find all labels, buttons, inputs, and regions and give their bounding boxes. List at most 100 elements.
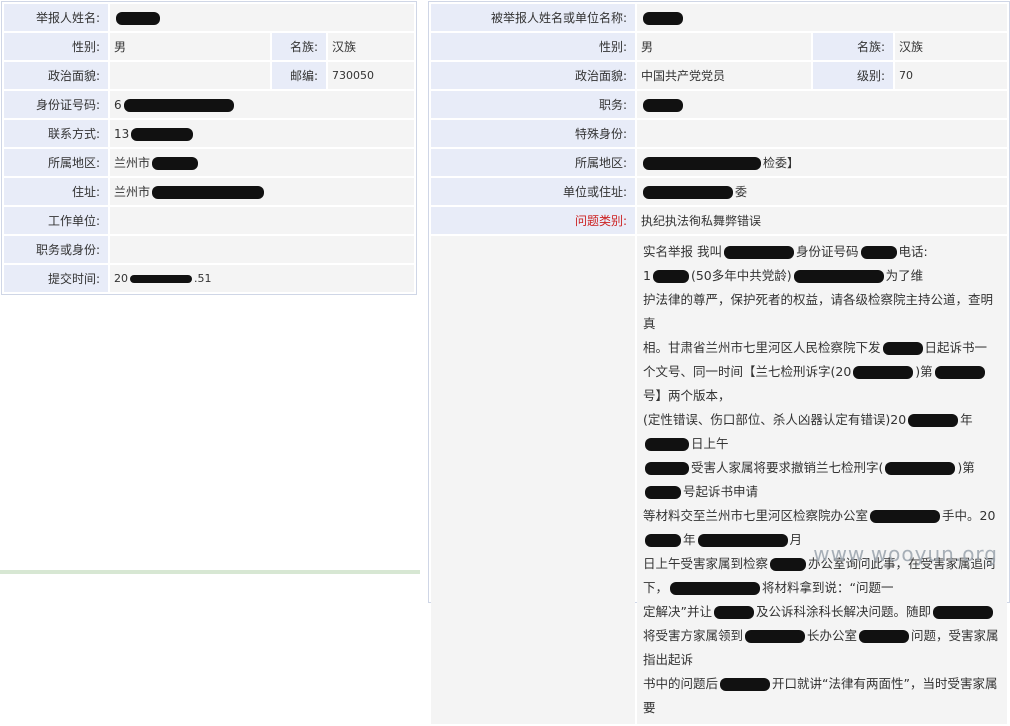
- accused-level-label: 级别:: [813, 62, 893, 89]
- content-text: 日上午受害家属到检察: [643, 556, 769, 571]
- content-text: 号起诉书申请: [683, 484, 759, 499]
- redaction: [859, 630, 910, 643]
- accused-unit-value: 委: [637, 178, 1007, 205]
- content-line: 书中的问题后 开口就讲“法律有两面性”，当时受害家属要: [643, 672, 1001, 720]
- redaction: [793, 270, 884, 283]
- content-text: 将受害方家属领到: [643, 628, 744, 643]
- region-prefix: 兰州市: [114, 156, 151, 170]
- redaction: [645, 486, 681, 499]
- content-text: 将材料拿到说：“问题一: [762, 580, 894, 595]
- content-text: )第: [915, 364, 933, 379]
- reporter-position-row: 职务或身份:: [4, 236, 414, 263]
- region-label: 所属地区:: [4, 149, 108, 176]
- accused-name-row: 被举报人姓名或单位名称:: [431, 4, 1007, 31]
- position-value: [110, 236, 414, 263]
- idcard-label: 身份证号码:: [4, 91, 108, 118]
- position-label: 职务或身份:: [4, 236, 108, 263]
- content-text: 定解决”并让: [643, 604, 712, 619]
- submit-prefix: 20: [114, 272, 128, 285]
- redaction: [882, 342, 923, 355]
- content-text: 及公诉科涂科长解决问题。随即: [755, 604, 931, 619]
- reporter-idcard-row: 身份证号码: 6: [4, 91, 414, 118]
- redaction: [152, 157, 199, 170]
- accused-duty-label: 职务:: [431, 91, 635, 118]
- accused-political-label: 政治面貌:: [431, 62, 635, 89]
- accused-duty-row: 职务:: [431, 91, 1007, 118]
- reporter-name-row: 举报人姓名:: [4, 4, 414, 31]
- content-line: 将受害方家属领到 长办公室 问题，受害家属指出起诉: [643, 624, 1001, 672]
- accused-ethnicity-value: 汉族: [895, 33, 1007, 60]
- redaction: [670, 582, 761, 595]
- content-text: 手中。20: [942, 508, 996, 523]
- content-text: 下，: [643, 580, 669, 595]
- redaction: [860, 246, 897, 259]
- content-line: 定解决”并让 及公诉科涂科长解决问题。随即: [643, 600, 1001, 624]
- content-text: 年: [683, 532, 696, 547]
- contact-value: 13: [110, 120, 414, 147]
- content-line: 受害人家属将要求撤销兰七检刑字()第号起诉书申请: [643, 456, 1001, 504]
- content-line: 个文号、同一时间【兰七检刑诉字(20)第号】两个版本，: [643, 360, 1001, 408]
- redaction: [645, 534, 681, 547]
- accused-political-value: 中国共产党党员: [637, 62, 811, 89]
- reporter-address-row: 住址: 兰州市: [4, 178, 414, 205]
- address-value: 兰州市: [110, 178, 414, 205]
- content-text: 1: [643, 268, 651, 283]
- content-line: 下， 将材料拿到说：“问题一: [643, 576, 1001, 600]
- address-prefix: 兰州市: [114, 185, 151, 199]
- reporter-political-row: 政治面貌: 邮编: 730050: [4, 62, 414, 89]
- redaction: [933, 606, 993, 619]
- content-line: 相。甘肃省兰州市七里河区人民检察院下发 日起诉书一: [643, 336, 1001, 360]
- reporter-contact-row: 联系方式: 13: [4, 120, 414, 147]
- unit-suffix: 委: [735, 185, 748, 199]
- content-text: 为了维: [885, 268, 924, 283]
- content-text: 长办公室: [807, 628, 858, 643]
- reporter-panel: 举报人姓名: 性别: 男 名族: 汉族 政治面貌: 邮编: 730050 身份证…: [1, 1, 417, 295]
- redaction: [643, 186, 733, 199]
- content-text: 年: [960, 412, 973, 427]
- contact-label: 联系方式:: [4, 120, 108, 147]
- content-line: 1 (50多年中共党龄) 为了维: [643, 264, 1001, 288]
- accused-political-row: 政治面貌: 中国共产党党员 级别: 70: [431, 62, 1007, 89]
- accused-level-value: 70: [895, 62, 1007, 89]
- accused-special-value: [637, 120, 1007, 147]
- ethnicity-value: 汉族: [328, 33, 414, 60]
- redaction: [643, 98, 683, 112]
- region-value: 兰州市: [110, 149, 414, 176]
- redaction: [853, 366, 914, 379]
- accused-name-value: [637, 4, 1007, 31]
- address-label: 住址:: [4, 178, 108, 205]
- redaction: [645, 462, 689, 475]
- content-text: )第: [957, 460, 975, 475]
- reporter-name-value: [110, 4, 414, 31]
- content-text: 相。甘肃省兰州市七里河区人民检察院下发: [643, 340, 881, 355]
- watermark: www.wooyun.org: [813, 542, 998, 566]
- redaction: [152, 186, 265, 199]
- accused-table: 被举报人姓名或单位名称: 性别: 男 名族: 汉族 政治面貌: 中国共产党党员 …: [429, 2, 1009, 726]
- redaction: [745, 630, 806, 643]
- accused-gender-label: 性别:: [431, 33, 635, 60]
- accused-content-row: 实名举报 我叫 身份证号码 电话: 1 (50多年中共党龄) 为了维 护法律的尊严，保护死者…: [431, 236, 1007, 724]
- ethnicity-label: 名族:: [272, 33, 326, 60]
- content-text: 书中的问题后: [643, 676, 719, 691]
- redaction: [934, 366, 985, 379]
- accused-unit-label: 单位或住址:: [431, 178, 635, 205]
- reporter-region-row: 所属地区: 兰州市: [4, 149, 414, 176]
- redaction: [123, 98, 234, 112]
- accused-name-label: 被举报人姓名或单位名称:: [431, 4, 635, 31]
- reporter-name-label: 举报人姓名:: [4, 4, 108, 31]
- political-value: [110, 62, 270, 89]
- content-text: 实名举报 我叫: [643, 244, 722, 259]
- redaction: [645, 438, 689, 451]
- political-label: 政治面貌:: [4, 62, 108, 89]
- content-label-cell: [431, 236, 635, 724]
- redaction: [720, 678, 771, 691]
- workunit-value: [110, 207, 414, 234]
- accused-special-label: 特殊身份:: [431, 120, 635, 147]
- redaction: [652, 270, 689, 283]
- redaction: [130, 275, 192, 283]
- submit-value: 20.51: [110, 265, 414, 292]
- accused-region-value: 检委】: [637, 149, 1007, 176]
- postcode-label: 邮编:: [272, 62, 326, 89]
- idcard-value: 6: [110, 91, 414, 118]
- gender-label: 性别:: [4, 33, 108, 60]
